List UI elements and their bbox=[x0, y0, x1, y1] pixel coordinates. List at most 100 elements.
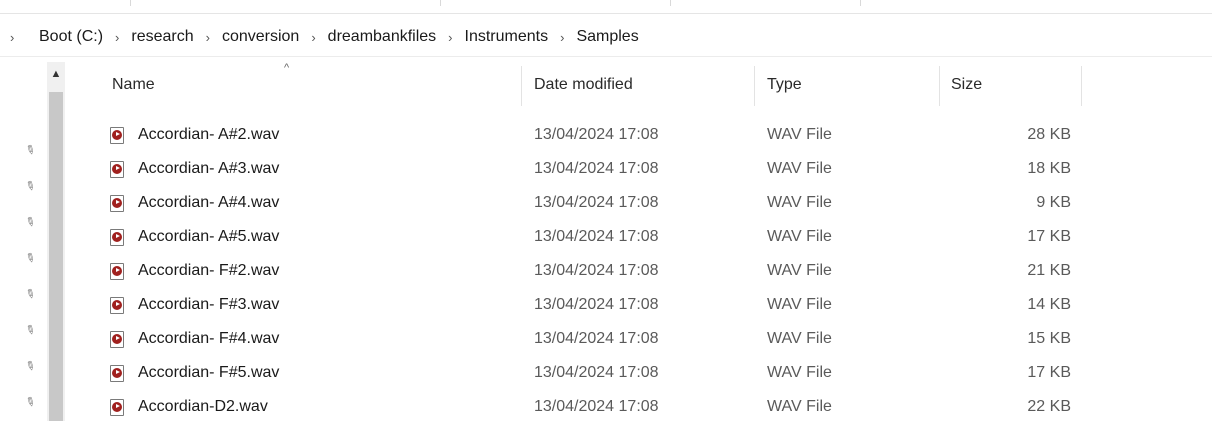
file-row[interactable]: Accordian- F#3.wav 13/04/2024 17:08 WAV … bbox=[96, 288, 1096, 322]
file-date: 13/04/2024 17:08 bbox=[534, 126, 659, 143]
file-size: 17 KB bbox=[1027, 228, 1071, 245]
column-header-name[interactable]: Name bbox=[112, 62, 522, 107]
file-name-cell[interactable]: Accordian- A#2.wav bbox=[110, 118, 520, 152]
sort-ascending-icon: ^ bbox=[284, 62, 290, 74]
breadcrumb-item-instruments[interactable]: Instruments bbox=[462, 28, 552, 46]
file-size: 21 KB bbox=[1027, 262, 1071, 279]
column-divider-top bbox=[440, 0, 441, 6]
wav-file-icon bbox=[110, 330, 124, 348]
file-row[interactable]: Accordian- F#2.wav 13/04/2024 17:08 WAV … bbox=[96, 254, 1096, 288]
pin-icon[interactable]: ✎ bbox=[22, 393, 41, 412]
quick-access-pins: ✎ ✎ ✎ ✎ ✎ ✎ ✎ ✎ bbox=[0, 62, 44, 421]
file-name-cell[interactable]: Accordian- A#3.wav bbox=[110, 152, 520, 186]
file-row[interactable]: Accordian- F#4.wav 13/04/2024 17:08 WAV … bbox=[96, 322, 1096, 356]
file-size: 22 KB bbox=[1027, 398, 1071, 415]
file-row[interactable]: Accordian- A#2.wav 13/04/2024 17:08 WAV … bbox=[96, 118, 1096, 152]
column-header-size-label: Size bbox=[951, 75, 983, 93]
wav-file-icon bbox=[110, 364, 124, 382]
column-divider[interactable] bbox=[521, 66, 522, 106]
file-name: Accordian- A#4.wav bbox=[138, 194, 280, 211]
file-date: 13/04/2024 17:08 bbox=[534, 364, 659, 381]
file-row[interactable]: Accordian- A#5.wav 13/04/2024 17:08 WAV … bbox=[96, 220, 1096, 254]
file-date: 13/04/2024 17:08 bbox=[534, 228, 659, 245]
column-divider-top bbox=[130, 0, 131, 6]
breadcrumb-item-boot[interactable]: Boot (C:) bbox=[36, 28, 106, 46]
chevron-right-icon[interactable]: › bbox=[206, 30, 210, 45]
file-name-cell[interactable]: Accordian-D2.wav bbox=[110, 390, 520, 424]
wav-file-icon bbox=[110, 398, 124, 416]
file-row[interactable]: Accordian-D2.wav 13/04/2024 17:08 WAV Fi… bbox=[96, 390, 1096, 424]
file-list: Accordian- A#2.wav 13/04/2024 17:08 WAV … bbox=[96, 118, 1096, 424]
divider bbox=[0, 13, 1212, 14]
wav-file-icon bbox=[110, 194, 124, 212]
chevron-right-icon[interactable]: › bbox=[311, 30, 315, 45]
column-header-type-label: Type bbox=[767, 75, 802, 93]
file-date: 13/04/2024 17:08 bbox=[534, 330, 659, 347]
breadcrumb-item-dreambankfiles[interactable]: dreambankfiles bbox=[325, 28, 440, 46]
file-date: 13/04/2024 17:08 bbox=[534, 262, 659, 279]
column-header-date[interactable]: Date modified bbox=[534, 62, 754, 107]
wav-file-icon bbox=[110, 262, 124, 280]
file-size: 9 KB bbox=[1036, 194, 1071, 211]
file-row[interactable]: Accordian- A#4.wav 13/04/2024 17:08 WAV … bbox=[96, 186, 1096, 220]
file-size: 15 KB bbox=[1027, 330, 1071, 347]
file-name-cell[interactable]: Accordian- F#2.wav bbox=[110, 254, 520, 288]
file-date: 13/04/2024 17:08 bbox=[534, 160, 659, 177]
pin-icon[interactable]: ✎ bbox=[22, 321, 41, 340]
column-divider[interactable] bbox=[754, 66, 755, 106]
wav-file-icon bbox=[110, 126, 124, 144]
vertical-scrollbar[interactable]: ▲ bbox=[47, 62, 65, 421]
column-header-size[interactable]: Size bbox=[951, 62, 1071, 107]
column-header-name-label: Name bbox=[112, 75, 155, 93]
column-divider[interactable] bbox=[939, 66, 940, 106]
breadcrumb-item-research[interactable]: research bbox=[128, 28, 196, 46]
pin-icon[interactable]: ✎ bbox=[22, 141, 41, 160]
file-name: Accordian- A#3.wav bbox=[138, 160, 280, 177]
breadcrumb-expand-icon[interactable]: › bbox=[10, 30, 20, 45]
file-row[interactable]: Accordian- F#5.wav 13/04/2024 17:08 WAV … bbox=[96, 356, 1096, 390]
breadcrumb-item-samples[interactable]: Samples bbox=[573, 28, 641, 46]
file-type: WAV File bbox=[767, 194, 832, 211]
wav-file-icon bbox=[110, 296, 124, 314]
chevron-right-icon[interactable]: › bbox=[448, 30, 452, 45]
file-name-cell[interactable]: Accordian- F#3.wav bbox=[110, 288, 520, 322]
scroll-up-arrow-icon[interactable]: ▲ bbox=[47, 62, 65, 86]
wav-file-icon bbox=[110, 160, 124, 178]
file-name-cell[interactable]: Accordian- A#5.wav bbox=[110, 220, 520, 254]
file-name-cell[interactable]: Accordian- A#4.wav bbox=[110, 186, 520, 220]
file-type: WAV File bbox=[767, 330, 832, 347]
wav-file-icon bbox=[110, 228, 124, 246]
window-top-strip bbox=[0, 0, 1212, 14]
breadcrumb-item-conversion[interactable]: conversion bbox=[219, 28, 302, 46]
pin-icon[interactable]: ✎ bbox=[22, 249, 41, 268]
file-row[interactable]: Accordian- A#3.wav 13/04/2024 17:08 WAV … bbox=[96, 152, 1096, 186]
column-divider[interactable] bbox=[1081, 66, 1082, 106]
pin-icon[interactable]: ✎ bbox=[22, 213, 41, 232]
file-type: WAV File bbox=[767, 398, 832, 415]
file-type: WAV File bbox=[767, 364, 832, 381]
column-divider-top bbox=[670, 0, 671, 6]
file-name-cell[interactable]: Accordian- F#4.wav bbox=[110, 322, 520, 356]
file-type: WAV File bbox=[767, 126, 832, 143]
file-date: 13/04/2024 17:08 bbox=[534, 398, 659, 415]
scrollbar-thumb[interactable] bbox=[49, 92, 63, 421]
pin-icon[interactable]: ✎ bbox=[22, 177, 41, 196]
column-header-date-label: Date modified bbox=[534, 75, 633, 93]
file-type: WAV File bbox=[767, 262, 832, 279]
pin-icon[interactable]: ✎ bbox=[22, 285, 41, 304]
chevron-right-icon[interactable]: › bbox=[560, 30, 564, 45]
file-size: 18 KB bbox=[1027, 160, 1071, 177]
file-date: 13/04/2024 17:08 bbox=[534, 296, 659, 313]
file-type: WAV File bbox=[767, 296, 832, 313]
column-divider-top bbox=[860, 0, 861, 6]
chevron-right-icon[interactable]: › bbox=[115, 30, 119, 45]
file-name: Accordian-D2.wav bbox=[138, 398, 268, 415]
file-name-cell[interactable]: Accordian- F#5.wav bbox=[110, 356, 520, 390]
pin-icon[interactable]: ✎ bbox=[22, 357, 41, 376]
file-name: Accordian- F#4.wav bbox=[138, 330, 280, 347]
file-date: 13/04/2024 17:08 bbox=[534, 194, 659, 211]
file-type: WAV File bbox=[767, 228, 832, 245]
column-header-type[interactable]: Type bbox=[767, 62, 947, 107]
breadcrumb: › Boot (C:) › research › conversion › dr… bbox=[0, 20, 1212, 54]
file-name: Accordian- F#2.wav bbox=[138, 262, 280, 279]
